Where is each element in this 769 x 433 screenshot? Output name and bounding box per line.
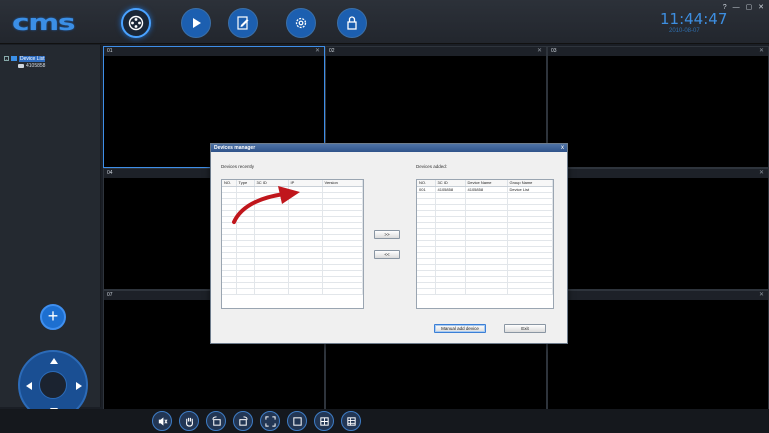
- channel-number: 04: [107, 170, 113, 176]
- add-button[interactable]: +: [40, 304, 66, 330]
- top-bar: cms 11:44:47 2010-08-07 ? — ▢ ✕: [0, 0, 769, 44]
- ptz-center-button[interactable]: [39, 371, 67, 399]
- channel-number: 02: [329, 48, 335, 54]
- left-panel: - Device List 4105858 +: [0, 45, 101, 420]
- table-row[interactable]: [417, 288, 553, 295]
- rotate-left-button[interactable]: [206, 411, 226, 431]
- quad-view-icon: [319, 416, 329, 426]
- close-icon[interactable]: ✕: [759, 47, 764, 54]
- add-device-button[interactable]: >>: [374, 230, 400, 239]
- gear-icon: [295, 17, 307, 29]
- cms-logo: cms: [12, 11, 76, 36]
- date: 2010-08-07: [669, 28, 700, 34]
- annotation-arrow-icon: [232, 186, 300, 224]
- video-channel[interactable]: 03 ✕: [547, 46, 769, 168]
- playback-nav-button[interactable]: [181, 8, 211, 38]
- mute-button[interactable]: [152, 411, 172, 431]
- remove-device-button[interactable]: <<: [374, 250, 400, 259]
- bottom-toolbar: [0, 409, 769, 433]
- rotate-left-icon: [211, 415, 221, 426]
- ptz-right-icon[interactable]: [76, 382, 82, 390]
- collapse-icon[interactable]: -: [4, 56, 9, 61]
- rotate-right-icon: [238, 415, 248, 426]
- channel-number: 03: [551, 48, 557, 54]
- devices-manager-dialog: Devices manager x Devices recently Devic…: [210, 143, 568, 344]
- devices-added-label: Devices added:: [416, 164, 448, 169]
- dialog-title: Devices manager: [211, 144, 567, 152]
- multi-view-icon: [346, 416, 356, 426]
- play-icon: [193, 18, 201, 28]
- quad-view-button[interactable]: [314, 411, 334, 431]
- ptz-hand-button[interactable]: [179, 411, 199, 431]
- single-view-icon: [292, 416, 302, 426]
- devices-recently-label: Devices recently: [221, 164, 255, 169]
- lock-icon: [347, 16, 357, 30]
- ptz-up-icon[interactable]: [50, 358, 58, 364]
- multi-view-button[interactable]: [341, 411, 361, 431]
- window-controls[interactable]: ? — ▢ ✕: [723, 3, 766, 11]
- config-nav-button[interactable]: [228, 8, 258, 38]
- hand-icon: [185, 417, 193, 427]
- manual-add-device-button[interactable]: Manual add device: [434, 324, 486, 333]
- clock: 11:44:47: [660, 10, 728, 28]
- tree-node-device[interactable]: 4105858: [4, 62, 45, 69]
- folder-icon: [11, 56, 17, 61]
- single-view-button[interactable]: [287, 411, 307, 431]
- video-channel[interactable]: 09✕: [547, 290, 769, 410]
- channel-number: 01: [107, 48, 113, 54]
- mute-icon: [158, 416, 167, 426]
- edit-document-icon: [237, 16, 249, 30]
- table-row[interactable]: [222, 288, 363, 295]
- live-view-nav-button[interactable]: [121, 8, 151, 38]
- close-icon[interactable]: ✕: [537, 47, 542, 54]
- fullscreen-button[interactable]: [260, 411, 280, 431]
- tree-label: Device List: [19, 55, 46, 62]
- video-channel[interactable]: 06✕: [547, 168, 769, 290]
- video-reel-icon: [128, 15, 144, 31]
- tree-node-device-list[interactable]: - Device List: [4, 55, 46, 62]
- devices-added-table[interactable]: NO. 3C ID Device Name Group Name 001 410…: [416, 179, 554, 309]
- device-tree: - Device List 4105858: [4, 55, 45, 69]
- table-header-row: NO. 3C ID Device Name Group Name: [417, 180, 553, 187]
- ptz-left-icon[interactable]: [26, 382, 32, 390]
- exit-button[interactable]: Exit: [504, 324, 546, 333]
- dialog-close-icon[interactable]: x: [561, 144, 564, 152]
- fullscreen-icon: [264, 415, 276, 427]
- rotate-right-button[interactable]: [233, 411, 253, 431]
- tree-label: 4105858: [26, 62, 46, 69]
- camera-icon: [18, 63, 24, 68]
- close-icon[interactable]: ✕: [759, 169, 764, 176]
- lock-nav-button[interactable]: [337, 8, 367, 38]
- settings-nav-button[interactable]: [286, 8, 316, 38]
- close-icon[interactable]: ✕: [759, 291, 764, 298]
- channel-number: 07: [107, 292, 113, 298]
- close-icon[interactable]: ✕: [315, 47, 320, 54]
